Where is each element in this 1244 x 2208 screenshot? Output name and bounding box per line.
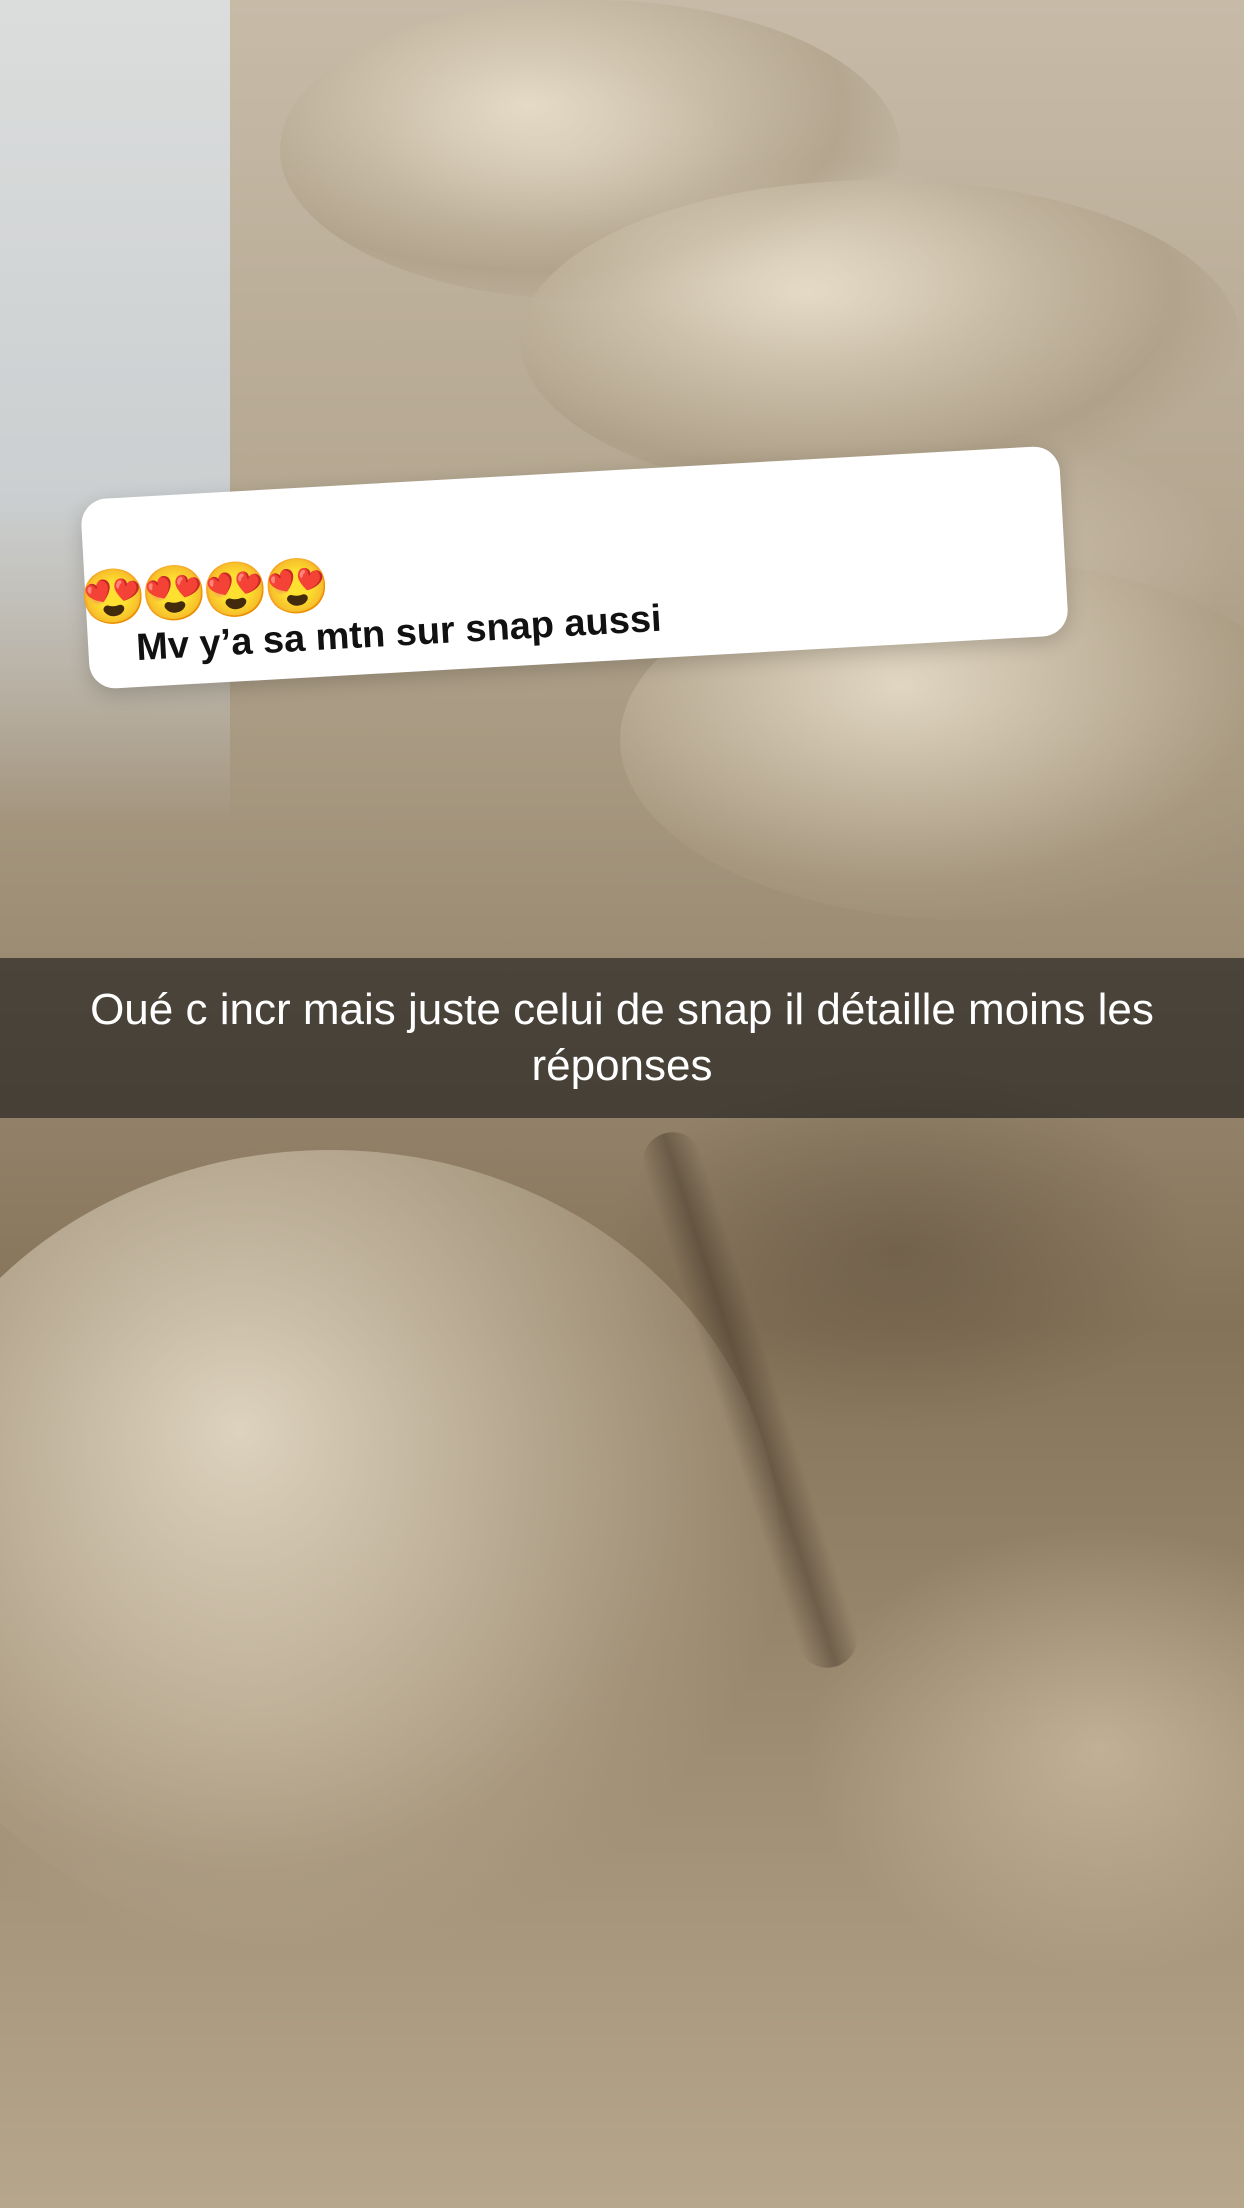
window-light-area [0, 0, 230, 820]
caption-text: Oué c incr mais juste celui de snap il d… [90, 985, 1154, 1090]
fabric-fold-lower [0, 1150, 780, 1950]
fabric-fold-top-2 [520, 180, 1240, 500]
snap-story-screen: 😍😍😍😍 Mv y’a sa mtn sur snap aussi Oué c … [0, 0, 1244, 2208]
heart-eyes-emoji-icon: 😍😍😍😍 [77, 555, 326, 630]
caption-bar[interactable]: Oué c incr mais juste celui de snap il d… [0, 958, 1244, 1118]
